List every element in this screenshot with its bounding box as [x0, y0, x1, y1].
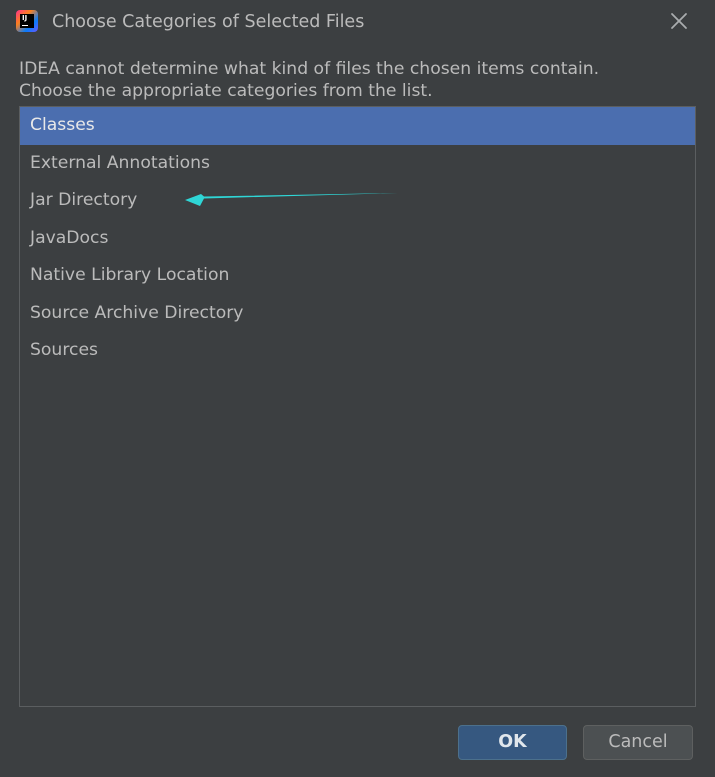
title-bar: IJ Choose Categories of Selected Files — [0, 0, 715, 44]
ok-button[interactable]: OK — [458, 725, 567, 760]
description-line-2: Choose the appropriate categories from t… — [19, 81, 433, 101]
list-item-native-library-location[interactable]: Native Library Location — [20, 257, 695, 295]
description-line-1: IDEA cannot determine what kind of files… — [19, 59, 600, 79]
choose-categories-dialog: IJ Choose Categories of Selected Files I… — [0, 0, 715, 777]
close-icon — [671, 13, 687, 29]
list-item-sources[interactable]: Sources — [20, 332, 695, 370]
categories-list[interactable]: Classes External Annotations Jar Directo… — [19, 106, 696, 707]
list-item-external-annotations[interactable]: External Annotations — [20, 145, 695, 183]
intellij-idea-icon: IJ — [16, 10, 38, 32]
list-item-classes[interactable]: Classes — [20, 107, 695, 145]
dialog-title: Choose Categories of Selected Files — [52, 12, 365, 32]
cancel-button[interactable]: Cancel — [583, 725, 693, 760]
list-item-jar-directory[interactable]: Jar Directory — [20, 182, 695, 220]
dialog-description: IDEA cannot determine what kind of files… — [19, 58, 599, 102]
list-item-javadocs[interactable]: JavaDocs — [20, 220, 695, 258]
list-item-source-archive-directory[interactable]: Source Archive Directory — [20, 295, 695, 333]
close-button[interactable] — [666, 8, 692, 34]
